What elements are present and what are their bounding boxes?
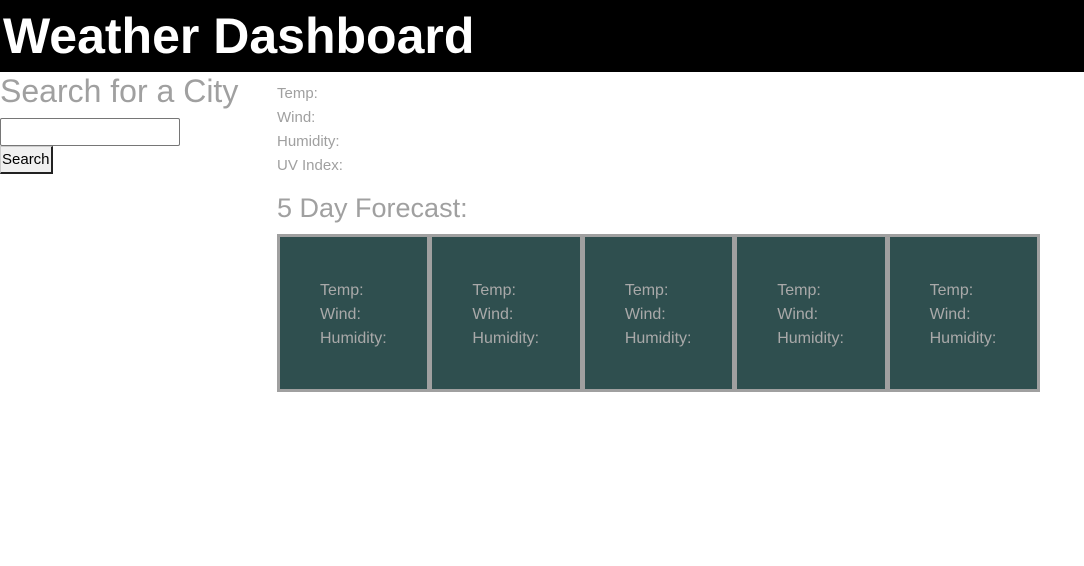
forecast-day-card: Temp: Wind: Humidity: bbox=[584, 237, 733, 389]
forecast-humidity: Humidity: bbox=[320, 330, 387, 347]
forecast-humidity: Humidity: bbox=[929, 330, 997, 347]
forecast-wind: Wind: bbox=[929, 306, 971, 323]
current-uv-index: UV Index: bbox=[277, 157, 343, 174]
forecast-day-card: Temp: Wind: Humidity: bbox=[280, 237, 428, 389]
forecast-wind: Wind: bbox=[472, 306, 514, 323]
page-header: Weather Dashboard bbox=[0, 0, 1084, 72]
forecast-day-card: Temp: Wind: Humidity: bbox=[432, 237, 580, 389]
forecast-temp: Temp: bbox=[777, 282, 821, 299]
forecast-day-card: Temp: Wind: Humidity: bbox=[889, 237, 1038, 389]
search-button[interactable]: Search bbox=[0, 146, 53, 174]
forecast-wind: Wind: bbox=[624, 306, 666, 323]
forecast-humidity: Humidity: bbox=[777, 330, 844, 347]
forecast-temp: Temp: bbox=[472, 282, 516, 299]
forecast-temp: Temp: bbox=[624, 282, 669, 299]
forecast-wind: Wind: bbox=[320, 306, 361, 323]
forecast-row: Temp: Wind: Humidity: Temp: Wind: Humidi… bbox=[277, 234, 1040, 392]
current-humidity: Humidity: bbox=[277, 133, 340, 150]
city-search-input[interactable] bbox=[0, 118, 180, 146]
forecast-humidity: Humidity: bbox=[472, 330, 540, 347]
page-title: Weather Dashboard bbox=[3, 8, 475, 64]
current-wind: Wind: bbox=[277, 109, 316, 126]
forecast-heading: 5 Day Forecast: bbox=[277, 193, 468, 223]
forecast-wind: Wind: bbox=[777, 306, 819, 323]
forecast-temp: Temp: bbox=[929, 282, 974, 299]
search-heading: Search for a City bbox=[0, 73, 239, 109]
current-weather: Temp: Wind: Humidity: UV Index: bbox=[277, 82, 343, 178]
forecast-humidity: Humidity: bbox=[624, 330, 692, 347]
forecast-day-card: Temp: Wind: Humidity: bbox=[737, 237, 885, 389]
forecast-temp: Temp: bbox=[320, 282, 364, 299]
current-temp: Temp: bbox=[277, 85, 318, 102]
